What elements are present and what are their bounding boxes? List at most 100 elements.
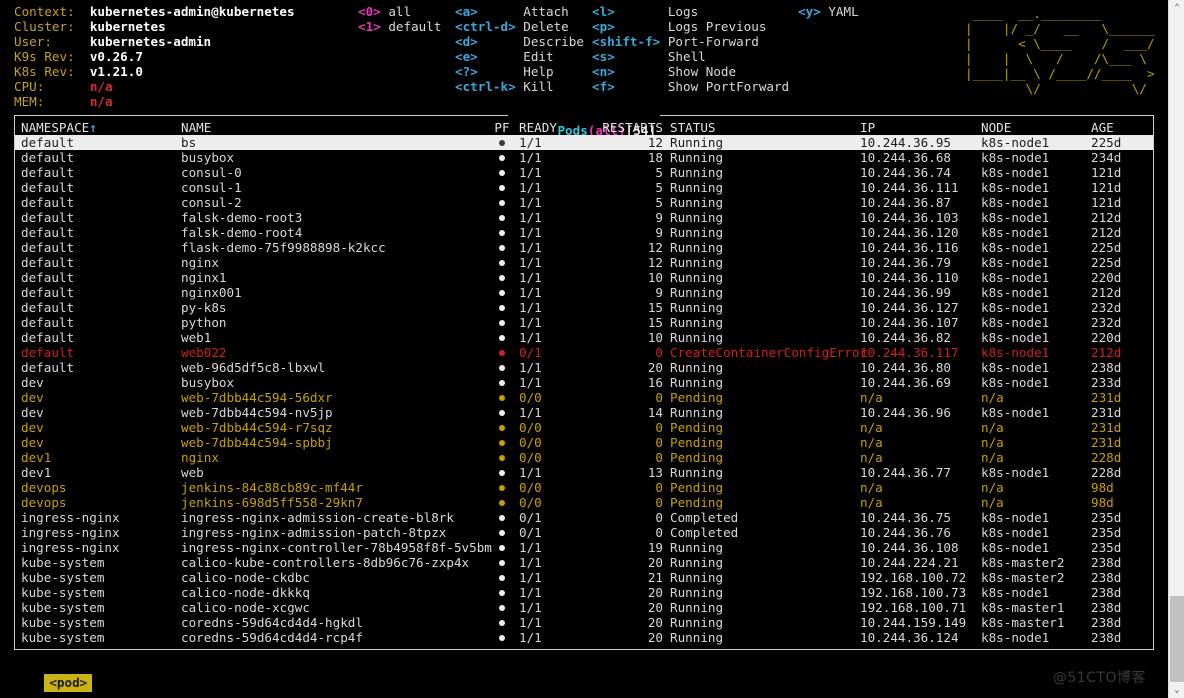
cell-ready: 0/0	[519, 480, 542, 495]
table-row[interactable]: kube-system calico-kube-controllers-8db96…	[15, 555, 1153, 570]
cell-restarts: 18	[647, 150, 663, 165]
table-row[interactable]: ingress-nginx ingress-nginx-controller-78…	[15, 540, 1153, 555]
port-forward-dot-icon	[499, 469, 505, 476]
table-row[interactable]: default falsk-demo-root3 1/1 9 Running 10.244…	[15, 210, 1153, 225]
shortcut-row[interactable]: <e> Edit	[455, 49, 584, 64]
shortcut-key: <ctrl-d>	[455, 19, 524, 34]
table-row[interactable]: default web1 1/1 10 Running 10.244.36.82 k8s-n…	[15, 330, 1153, 345]
shortcut-row[interactable]: <a> Attach	[455, 4, 584, 19]
table-row[interactable]: dev web-7dbb44c594-spbbj 0/0 0 Pending n/a n/a…	[15, 435, 1153, 450]
table-row[interactable]: default falsk-demo-root4 1/1 9 Running 10.244…	[15, 225, 1153, 240]
shortcut-row[interactable]: <y> YAML	[798, 4, 859, 19]
table-row[interactable]: dev web-7dbb44c594-r7sqz 0/0 0 Pending n/a n/a…	[15, 420, 1153, 435]
table-row[interactable]: default web-96d5df5c8-lbxwl 1/1 20 Running 10…	[15, 360, 1153, 375]
port-forward-dot-icon	[499, 334, 505, 341]
table-row[interactable]: default web022 0/1 0 CreateContainerConfigEr…	[15, 345, 1153, 360]
cell-namespace: ingress-nginx	[21, 510, 120, 525]
shortcut-row[interactable]: <f> Show PortForward	[592, 79, 789, 94]
table-row[interactable]: default python 1/1 15 Running 10.244.36.107 k8…	[15, 315, 1153, 330]
shortcut-row[interactable]: <s> Shell	[592, 49, 789, 64]
table-row[interactable]: default consul-2 1/1 5 Running 10.244.36.87 k8…	[15, 195, 1153, 210]
namespace-shortcut-row[interactable]: <0> all	[358, 4, 441, 19]
cell-ready: 1/1	[519, 210, 542, 225]
shortcut-row[interactable]: <ctrl-k> Kill	[455, 79, 584, 94]
cell-age: 121d	[1091, 180, 1122, 195]
pods-table[interactable]: NAMESPACE↑ NAME PF READY RESTARTS STATUS IP NOD…	[15, 116, 1153, 645]
table-row[interactable]: dev busybox 1/1 16 Running 10.244.36.69 k8s-no…	[15, 375, 1153, 390]
shortcut-row[interactable]: <shift-f> Port-Forward	[592, 34, 789, 49]
table-row[interactable]: kube-system coredns-59d64cd4d4-rcp4f 1/1 20…	[15, 630, 1153, 645]
cell-ip: n/a	[860, 450, 883, 465]
table-row[interactable]: dev web-7dbb44c594-nv5jp 1/1 14 Running 10.24…	[15, 405, 1153, 420]
cell-ip: 10.244.36.82	[860, 330, 951, 345]
cell-restarts: 0	[655, 525, 663, 540]
shortcut-row[interactable]: <d> Describe	[455, 34, 584, 49]
shortcut-row[interactable]: <l> Logs	[592, 4, 789, 19]
namespace-shortcut-row[interactable]: <1> default	[358, 19, 441, 34]
cell-age: 238d	[1091, 360, 1122, 375]
shortcut-row[interactable]: <?> Help	[455, 64, 584, 79]
table-row[interactable]: default nginx1 1/1 10 Running 10.244.36.110 k8…	[15, 270, 1153, 285]
shortcut-row[interactable]: <ctrl-d> Delete	[455, 19, 584, 34]
page-scrollbar[interactable]: ⌃ ⌄	[1168, 0, 1184, 698]
cell-ready: 1/1	[519, 405, 542, 420]
port-forward-dot-icon	[499, 274, 505, 281]
port-forward-dot-icon	[499, 514, 505, 521]
port-forward-dot-icon	[499, 559, 505, 566]
shortcut-row[interactable]: <n> Show Node	[592, 64, 789, 79]
scroll-up-arrow[interactable]: ⌃	[1169, 0, 1184, 16]
table-row[interactable]: kube-system calico-node-dkkkq 1/1 20 Running…	[15, 585, 1153, 600]
port-forward-dot-icon	[499, 139, 505, 146]
column-header-age[interactable]: AGE	[1091, 120, 1114, 135]
column-header-status[interactable]: STATUS	[670, 120, 716, 135]
table-row[interactable]: devops jenkins-698d5ff558-29kn7 0/0 0 Pendin…	[15, 495, 1153, 510]
scroll-down-arrow[interactable]: ⌄	[1169, 682, 1184, 698]
column-header-restarts[interactable]: RESTARTS	[575, 120, 663, 135]
table-row[interactable]: ingress-nginx ingress-nginx-admission-pat…	[15, 525, 1153, 540]
breadcrumb-pod[interactable]: <pod>	[44, 674, 93, 692]
table-row[interactable]: default flask-demo-75f9988898-k2kcc 1/1 12 R…	[15, 240, 1153, 255]
column-header-node[interactable]: NODE	[981, 120, 1011, 135]
table-row[interactable]: default py-k8s 1/1 15 Running 10.244.36.127 k8…	[15, 300, 1153, 315]
column-header-name[interactable]: NAME	[181, 120, 211, 135]
cell-namespace: default	[21, 270, 75, 285]
cell-node: k8s-node1	[981, 210, 1050, 225]
column-header-pf[interactable]: PF	[491, 120, 513, 135]
cell-age: 234d	[1091, 150, 1122, 165]
k9s-logo: ____ __.________ | |/ _/ __ \______ | < …	[965, 6, 1155, 96]
table-row[interactable]: default busybox 1/1 18 Running 10.244.36.68 k8…	[15, 150, 1153, 165]
column-header-ready[interactable]: READY	[519, 120, 557, 135]
cell-ip: 10.244.36.116	[860, 240, 959, 255]
cell-node: k8s-node1	[981, 345, 1050, 360]
table-row[interactable]: default bs 1/1 12 Running 10.244.36.95 k8s-nod…	[15, 135, 1153, 150]
cluster-info-row: MEM: n/a	[14, 94, 295, 109]
table-row[interactable]: dev1 web 1/1 13 Running 10.244.36.77 k8s-node1…	[15, 465, 1153, 480]
table-row[interactable]: default nginx001 1/1 9 Running 10.244.36.99 k8…	[15, 285, 1153, 300]
table-row[interactable]: kube-system coredns-59d64cd4d4-hgkdl 1/1 20…	[15, 615, 1153, 630]
cell-pf	[491, 510, 513, 525]
column-header-ip[interactable]: IP	[860, 120, 875, 135]
table-row[interactable]: dev1 nginx 0/0 0 Pending n/a n/a 228d	[15, 450, 1153, 465]
scrollbar-thumb[interactable]	[1170, 596, 1184, 682]
table-row[interactable]: default consul-1 1/1 5 Running 10.244.36.111 k…	[15, 180, 1153, 195]
table-row[interactable]: devops jenkins-84c88cb89c-mf44r 0/0 0 Pendin…	[15, 480, 1153, 495]
port-forward-dot-icon	[499, 574, 505, 581]
column-header-namespace[interactable]: NAMESPACE↑	[21, 120, 97, 135]
table-row[interactable]: kube-system calico-node-ckdbc 1/1 21 Running…	[15, 570, 1153, 585]
table-row[interactable]: dev web-7dbb44c594-56dxr 0/0 0 Pending n/a n/a…	[15, 390, 1153, 405]
cluster-info-value: n/a	[89, 94, 113, 109]
shortcut-row[interactable]: <p> Logs Previous	[592, 19, 789, 34]
cell-pf	[491, 240, 513, 255]
table-row[interactable]: default nginx 1/1 12 Running 10.244.36.79 k8s-…	[15, 255, 1153, 270]
cell-ready: 1/1	[519, 165, 542, 180]
cluster-info-value: kubernetes	[89, 19, 166, 34]
cell-name: nginx	[181, 450, 219, 465]
shortcut-key: <a>	[455, 4, 524, 19]
table-row[interactable]: default consul-0 1/1 5 Running 10.244.36.74 k8…	[15, 165, 1153, 180]
cell-restarts: 9	[655, 225, 663, 240]
shortcuts-column-3: <y> YAML	[798, 4, 859, 19]
table-row[interactable]: kube-system calico-node-xcgwc 1/1 20 Running…	[15, 600, 1153, 615]
table-row[interactable]: ingress-nginx ingress-nginx-admission-cre…	[15, 510, 1153, 525]
port-forward-dot-icon	[499, 214, 505, 221]
cell-node: k8s-node1	[981, 300, 1050, 315]
